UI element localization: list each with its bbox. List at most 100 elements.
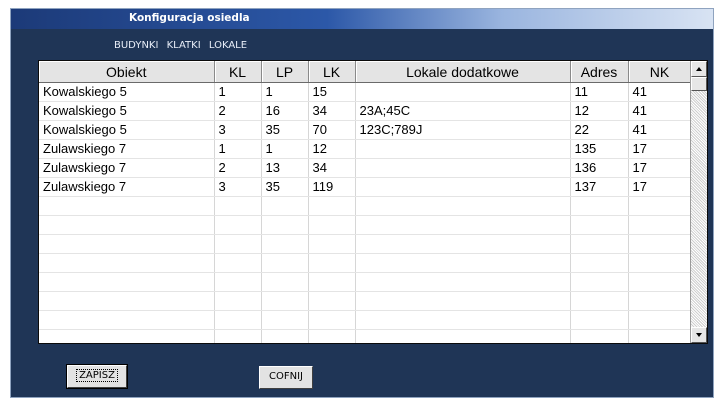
empty-cell[interactable] bbox=[308, 291, 356, 311]
empty-cell[interactable] bbox=[308, 272, 356, 292]
empty-cell[interactable] bbox=[261, 234, 309, 254]
cell-lokale-dodatkowe[interactable] bbox=[355, 139, 571, 159]
column-header-nk[interactable]: NK bbox=[628, 61, 692, 83]
cell-kl[interactable]: 2 bbox=[214, 101, 262, 121]
vertical-scrollbar[interactable] bbox=[690, 61, 707, 343]
empty-row[interactable] bbox=[39, 291, 692, 311]
empty-cell[interactable] bbox=[39, 291, 215, 311]
cell-obiekt[interactable]: Kowalskiego 5 bbox=[39, 120, 215, 140]
cell-lokale-dodatkowe[interactable]: 23A;45C bbox=[355, 101, 571, 121]
empty-cell[interactable] bbox=[308, 196, 356, 216]
cell-lokale-dodatkowe[interactable]: 123C;789J bbox=[355, 120, 571, 140]
cell-lp[interactable]: 35 bbox=[261, 177, 309, 197]
save-button[interactable]: ZAPISZ bbox=[66, 364, 128, 389]
cell-lk[interactable]: 15 bbox=[308, 82, 356, 102]
cell-obiekt[interactable]: Zulawskiego 7 bbox=[39, 139, 215, 159]
empty-cell[interactable] bbox=[261, 196, 309, 216]
scroll-thumb[interactable] bbox=[691, 77, 707, 91]
empty-cell[interactable] bbox=[261, 272, 309, 292]
cell-lk[interactable]: 119 bbox=[308, 177, 356, 197]
cell-nk[interactable]: 17 bbox=[628, 139, 692, 159]
empty-cell[interactable] bbox=[214, 234, 262, 254]
empty-cell[interactable] bbox=[570, 329, 629, 343]
empty-cell[interactable] bbox=[214, 291, 262, 311]
empty-row[interactable] bbox=[39, 253, 692, 273]
empty-cell[interactable] bbox=[628, 234, 692, 254]
empty-cell[interactable] bbox=[355, 253, 571, 273]
cell-obiekt[interactable]: Zulawskiego 7 bbox=[39, 158, 215, 178]
empty-cell[interactable] bbox=[628, 272, 692, 292]
empty-cell[interactable] bbox=[628, 215, 692, 235]
empty-cell[interactable] bbox=[308, 215, 356, 235]
column-header-lokale-dodatkowe[interactable]: Lokale dodatkowe bbox=[355, 61, 571, 83]
cell-lp[interactable]: 35 bbox=[261, 120, 309, 140]
cell-kl[interactable]: 1 bbox=[214, 139, 262, 159]
empty-cell[interactable] bbox=[570, 272, 629, 292]
table-row[interactable]: Kowalskiego 5 3 35 70 123C;789J 22 41 bbox=[39, 120, 692, 140]
empty-cell[interactable] bbox=[628, 310, 692, 330]
empty-cell[interactable] bbox=[214, 196, 262, 216]
cell-kl[interactable]: 2 bbox=[214, 158, 262, 178]
table-row[interactable]: Zulawskiego 7 1 1 12 135 17 bbox=[39, 139, 692, 159]
scroll-down-button[interactable] bbox=[691, 327, 707, 343]
cell-obiekt[interactable]: Zulawskiego 7 bbox=[39, 177, 215, 197]
empty-cell[interactable] bbox=[261, 291, 309, 311]
empty-cell[interactable] bbox=[570, 196, 629, 216]
cell-nk[interactable]: 17 bbox=[628, 177, 692, 197]
cell-adres[interactable]: 136 bbox=[570, 158, 629, 178]
empty-row[interactable] bbox=[39, 234, 692, 254]
empty-cell[interactable] bbox=[355, 291, 571, 311]
cell-nk[interactable]: 41 bbox=[628, 120, 692, 140]
empty-cell[interactable] bbox=[355, 310, 571, 330]
cell-lp[interactable]: 1 bbox=[261, 82, 309, 102]
empty-cell[interactable] bbox=[39, 253, 215, 273]
empty-cell[interactable] bbox=[261, 253, 309, 273]
cell-nk[interactable]: 41 bbox=[628, 101, 692, 121]
cell-adres[interactable]: 135 bbox=[570, 139, 629, 159]
cell-lk[interactable]: 34 bbox=[308, 101, 356, 121]
empty-cell[interactable] bbox=[39, 272, 215, 292]
cell-kl[interactable]: 3 bbox=[214, 120, 262, 140]
empty-row[interactable] bbox=[39, 196, 692, 216]
empty-cell[interactable] bbox=[570, 234, 629, 254]
column-header-lk[interactable]: LK bbox=[308, 61, 356, 83]
cell-nk[interactable]: 17 bbox=[628, 158, 692, 178]
empty-row[interactable] bbox=[39, 272, 692, 292]
column-header-obiekt[interactable]: Obiekt bbox=[39, 61, 215, 83]
tab-klatki[interactable]: KLATKI bbox=[167, 40, 201, 51]
cell-obiekt[interactable]: Kowalskiego 5 bbox=[39, 101, 215, 121]
column-header-kl[interactable]: KL bbox=[214, 61, 262, 83]
empty-cell[interactable] bbox=[39, 329, 215, 343]
cell-obiekt[interactable]: Kowalskiego 5 bbox=[39, 82, 215, 102]
data-grid[interactable]: Obiekt KL LP LK Lokale dodatkowe Adres N… bbox=[38, 60, 708, 344]
cell-lp[interactable]: 1 bbox=[261, 139, 309, 159]
cell-lokale-dodatkowe[interactable] bbox=[355, 158, 571, 178]
empty-cell[interactable] bbox=[308, 253, 356, 273]
cell-lk[interactable]: 12 bbox=[308, 139, 356, 159]
cell-adres[interactable]: 22 bbox=[570, 120, 629, 140]
empty-cell[interactable] bbox=[355, 329, 571, 343]
empty-cell[interactable] bbox=[570, 310, 629, 330]
empty-cell[interactable] bbox=[39, 310, 215, 330]
empty-cell[interactable] bbox=[570, 253, 629, 273]
empty-cell[interactable] bbox=[214, 215, 262, 235]
cell-lokale-dodatkowe[interactable] bbox=[355, 82, 571, 102]
empty-cell[interactable] bbox=[214, 329, 262, 343]
tab-budynki[interactable]: BUDYNKI bbox=[114, 40, 158, 51]
scroll-up-button[interactable] bbox=[691, 61, 707, 77]
cell-lk[interactable]: 70 bbox=[308, 120, 356, 140]
cell-kl[interactable]: 3 bbox=[214, 177, 262, 197]
empty-cell[interactable] bbox=[261, 329, 309, 343]
cell-lk[interactable]: 34 bbox=[308, 158, 356, 178]
empty-cell[interactable] bbox=[355, 234, 571, 254]
empty-cell[interactable] bbox=[261, 215, 309, 235]
cell-lp[interactable]: 16 bbox=[261, 101, 309, 121]
empty-cell[interactable] bbox=[39, 215, 215, 235]
table-row[interactable]: Zulawskiego 7 2 13 34 136 17 bbox=[39, 158, 692, 178]
empty-cell[interactable] bbox=[570, 291, 629, 311]
empty-cell[interactable] bbox=[355, 196, 571, 216]
tab-lokale[interactable]: LOKALE bbox=[209, 40, 247, 51]
empty-cell[interactable] bbox=[628, 253, 692, 273]
empty-cell[interactable] bbox=[308, 329, 356, 343]
cell-adres[interactable]: 12 bbox=[570, 101, 629, 121]
